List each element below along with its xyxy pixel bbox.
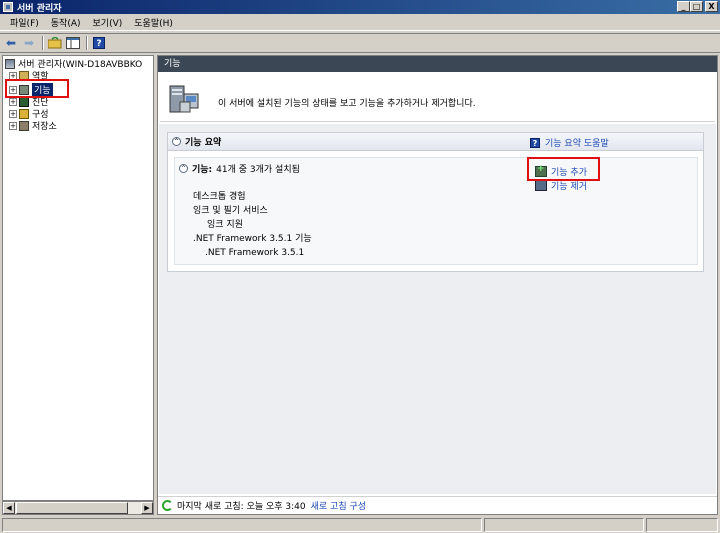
back-arrow-icon[interactable]: ⬅	[3, 35, 19, 51]
expand-icon[interactable]: +	[9, 121, 17, 130]
section-title: 기능 요약	[185, 138, 222, 148]
tree-root-server-manager[interactable]: 서버 관리자(WIN-D18AVBBKO	[5, 58, 142, 70]
section-body: ^ 기능: 41개 중 3개가 설치됨 데스크톱 경험 잉크 및 필기 서비스 …	[174, 157, 698, 265]
list-item: 잉크 및 필기 서비스	[193, 206, 268, 216]
refresh-icon[interactable]	[162, 500, 173, 511]
summary-label: 기능:	[192, 165, 213, 175]
collapse-icon[interactable]: ^	[179, 164, 188, 173]
help-link-label: 기능 요약 도움말	[545, 139, 609, 149]
menu-help[interactable]: 도움말(H)	[128, 16, 179, 29]
remove-feature-icon	[535, 179, 547, 191]
list-item: .NET Framework 3.5.1 기능	[193, 234, 312, 244]
close-button[interactable]: X	[705, 1, 718, 12]
menu-file[interactable]: 파일(F)	[4, 16, 45, 29]
features-large-icon	[166, 80, 202, 116]
server-icon	[5, 58, 15, 69]
configure-refresh-link[interactable]: 새로 고침 구성	[311, 499, 366, 512]
highlight-box-features	[5, 79, 69, 98]
tree-item-configuration[interactable]: + 구성	[9, 108, 49, 120]
toolbar-separator	[42, 36, 44, 50]
tree-item-label: 저장소	[32, 122, 57, 132]
help-icon: ?	[530, 137, 540, 148]
scroll-left-arrow-icon[interactable]: ◀	[3, 502, 15, 514]
console-tree[interactable]: 서버 관리자(WIN-D18AVBBKO + 역할 + 기능 + 진단 + 구성…	[2, 55, 154, 501]
help-icon: ?	[93, 37, 105, 49]
diagnostics-icon	[19, 96, 29, 107]
server-manager-icon	[3, 2, 13, 12]
menu-bar: 파일(F) 동작(A) 보기(V) 도움말(H)	[0, 14, 720, 31]
status-cell	[2, 518, 482, 532]
up-folder-icon[interactable]	[47, 35, 63, 51]
storage-icon	[19, 120, 29, 131]
scroll-thumb[interactable]	[16, 502, 128, 514]
highlight-box-add-features	[527, 157, 600, 181]
features-summary-help-link[interactable]: ? 기능 요약 도움말	[530, 136, 609, 149]
show-hide-console-tree-icon[interactable]	[65, 35, 81, 51]
section-header[interactable]: ^ 기능 요약 ? 기능 요약 도움말	[168, 133, 703, 151]
details-pane: 기능 이 서버에 설치된 기능의 상태를 보고 기능을 추가하거나 제거합니다.…	[157, 55, 718, 515]
help-button[interactable]: ?	[91, 35, 107, 51]
features-summary-section: ^ 기능 요약 ? 기능 요약 도움말 ^ 기능: 41개 중 3개가 설치됨 …	[167, 132, 704, 272]
tree-horizontal-scrollbar[interactable]: ◀ ▶	[2, 501, 154, 515]
refresh-status-bar: 마지막 새로 고침: 오늘 오후 3:40 새로 고침 구성	[158, 496, 717, 514]
window-status-bar	[0, 517, 720, 533]
summary-count: 41개 중 3개가 설치됨	[216, 165, 300, 175]
last-refresh-text: 마지막 새로 고침: 오늘 오후 3:40	[177, 502, 306, 512]
menu-action[interactable]: 동작(A)	[45, 16, 87, 29]
toolbar-separator	[86, 36, 88, 50]
window-controls: _ □ X	[677, 1, 718, 12]
tree-item-storage[interactable]: + 저장소	[9, 120, 57, 132]
installed-features-list: 데스크톱 경험 잉크 및 필기 서비스 잉크 지원 .NET Framework…	[193, 190, 312, 260]
expand-icon[interactable]: +	[9, 97, 17, 106]
minimize-button[interactable]: _	[677, 1, 690, 12]
expand-icon[interactable]: +	[9, 109, 17, 118]
collapse-icon[interactable]: ^	[172, 137, 181, 146]
scroll-right-arrow-icon[interactable]: ▶	[141, 502, 153, 514]
intro-banner: 이 서버에 설치된 기능의 상태를 보고 기능을 추가하거나 제거합니다.	[160, 74, 715, 122]
list-item: .NET Framework 3.5.1	[205, 248, 305, 258]
status-cell	[484, 518, 644, 532]
list-item: 잉크 지원	[207, 220, 243, 230]
window-title: 서버 관리자	[17, 3, 62, 14]
menu-view[interactable]: 보기(V)	[87, 16, 129, 29]
configuration-icon	[19, 108, 29, 119]
content-area: ^ 기능 요약 ? 기능 요약 도움말 ^ 기능: 41개 중 3개가 설치됨 …	[159, 124, 716, 494]
pane-header: 기능	[158, 56, 717, 72]
intro-text: 이 서버에 설치된 기능의 상태를 보고 기능을 추가하거나 제거합니다.	[218, 99, 476, 109]
forward-arrow-icon[interactable]: ➡	[21, 35, 37, 51]
list-item: 데스크톱 경험	[193, 192, 246, 202]
status-cell	[646, 518, 718, 532]
toolbar: ⬅ ➡ ?	[0, 33, 720, 53]
maximize-button[interactable]: □	[690, 1, 703, 12]
features-subheader[interactable]: ^ 기능: 41개 중 3개가 설치됨	[179, 162, 300, 175]
title-bar[interactable]: 서버 관리자 _ □ X	[0, 0, 720, 14]
